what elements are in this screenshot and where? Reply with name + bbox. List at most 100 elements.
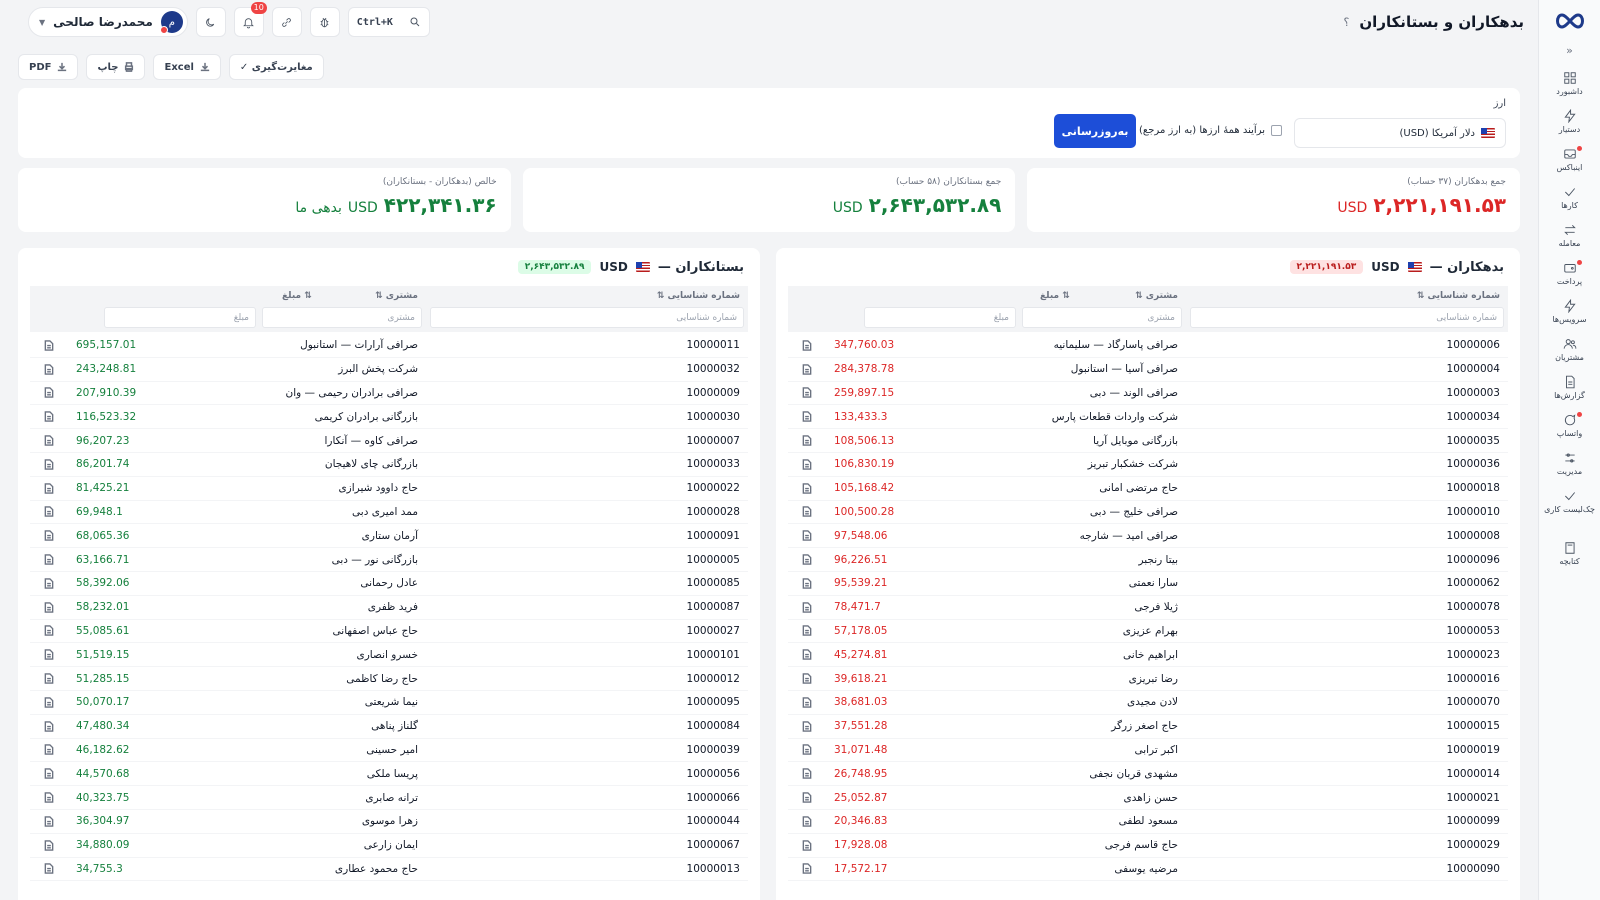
amount-filter-input[interactable]: مبلغ <box>864 307 1016 328</box>
table-row[interactable]: 10000035 بازرگانی موبایل آریا 108,506.13 <box>788 429 1508 453</box>
table-row[interactable]: 10000101 خسرو انصاری 51,519.15 <box>30 643 748 668</box>
search-button[interactable]: Ctrl+K <box>347 7 430 37</box>
customer-name-cell[interactable]: صرافی الوند — دبی <box>1090 387 1178 399</box>
sidebar-item[interactable]: پرداخت <box>1540 254 1600 292</box>
customer-name-cell[interactable]: آرمان ستاری <box>362 530 418 542</box>
statement-button[interactable] <box>800 553 814 567</box>
customer-name-cell[interactable]: صرافی کاوه — آنکارا <box>324 435 418 447</box>
table-row[interactable]: 10000062 سارا نعمتی 95,539.21 <box>788 572 1508 596</box>
all-currencies-checkbox[interactable] <box>1271 125 1282 136</box>
customer-name-cell[interactable]: ابراهیم خانی <box>1123 649 1178 661</box>
statement-button[interactable] <box>42 600 56 614</box>
customer-name-cell[interactable]: اکبر ترابی <box>1134 744 1178 756</box>
table-row[interactable]: 10000009 صرافی برادران رحیمی — وان 207,910… <box>30 382 748 406</box>
sidebar-item[interactable]: مشتریان <box>1540 330 1600 368</box>
customer-name-cell[interactable]: حاج اصغر زرگر <box>1111 720 1178 732</box>
statement-button[interactable] <box>800 648 814 662</box>
customer-name-cell[interactable]: عادل رحمانی <box>360 577 418 589</box>
statement-button[interactable] <box>800 529 814 543</box>
sidebar-item[interactable]: کارها <box>1540 178 1600 216</box>
table-row[interactable]: 10000023 ابراهیم خانی 45,274.81 <box>788 643 1508 668</box>
table-row[interactable]: 10000014 مشهدی قربان نجفی 26,748.95 <box>788 762 1508 787</box>
table-row[interactable]: 10000004 صرافی آسیا — استانبول 284,378.78 <box>788 358 1508 382</box>
logo-icon[interactable] <box>1552 8 1588 34</box>
statement-button[interactable] <box>800 838 814 852</box>
table-row[interactable]: 10000003 صرافی الوند — دبی 259,897.15 <box>788 382 1508 406</box>
statement-button[interactable] <box>42 457 56 471</box>
table-row[interactable]: 10000067 ایمان زارعی 34,880.09 <box>30 834 748 858</box>
table-row[interactable]: 10000011 صرافی آرارات — استانبول 695,157.0… <box>30 334 748 358</box>
id-filter-input[interactable]: شماره شناسایی <box>430 307 744 328</box>
statement-button[interactable] <box>42 386 56 400</box>
table-row[interactable]: 10000019 اکبر ترابی 31,071.48 <box>788 739 1508 763</box>
table-row[interactable]: 10000033 بازرگانی چای لاهیجان 86,201.74 <box>30 453 748 477</box>
statement-button[interactable] <box>800 410 814 424</box>
customer-name-cell[interactable]: بازرگانی نور — دبی <box>332 554 418 566</box>
customer-name-cell[interactable]: حاج قاسم فرجی <box>1105 839 1178 851</box>
table-row[interactable]: 10000056 پریسا ملکی 44,570.68 <box>30 762 748 787</box>
statement-button[interactable] <box>42 767 56 781</box>
customer-column-header[interactable]: مشتری ⇅ <box>375 291 418 301</box>
customer-name-cell[interactable]: بازرگانی چای لاهیجان <box>325 458 418 470</box>
statement-button[interactable] <box>42 695 56 709</box>
statement-button[interactable] <box>800 386 814 400</box>
customer-name-cell[interactable]: صرافی امید — شارجه <box>1080 530 1178 542</box>
table-row[interactable]: 10000036 شرکت خشکبار تبریز 106,830.19 <box>788 453 1508 477</box>
table-row[interactable]: 10000006 صرافی پاسارگاد — سلیمانیه 347,760… <box>788 334 1508 358</box>
customer-name-cell[interactable]: شرکت واردات قطعات پارس <box>1052 411 1178 423</box>
sidebar-item[interactable]: واتساپ <box>1540 406 1600 444</box>
statement-button[interactable] <box>42 719 56 733</box>
customer-name-cell[interactable]: لادن مجیدی <box>1127 696 1178 708</box>
statement-button[interactable] <box>800 600 814 614</box>
table-row[interactable]: 10000078 ژیلا فرجی 78,471.7 <box>788 596 1508 620</box>
statement-button[interactable] <box>42 648 56 662</box>
customer-name-cell[interactable]: رضا تبریزی <box>1129 673 1178 685</box>
sidebar-item[interactable]: مدیریت <box>1540 444 1600 482</box>
statement-button[interactable] <box>42 505 56 519</box>
statement-button[interactable] <box>800 791 814 805</box>
customer-filter-input[interactable]: مشتری <box>1022 307 1182 328</box>
customer-name-cell[interactable]: حسن زاهدی <box>1124 792 1178 804</box>
statement-button[interactable] <box>800 695 814 709</box>
table-row[interactable]: 10000015 حاج اصغر زرگر 37,551.28 <box>788 715 1508 739</box>
id-column-header[interactable]: شماره شناسایی ⇅ <box>657 291 740 301</box>
table-row[interactable]: 10000029 حاج قاسم فرجی 17,928.08 <box>788 834 1508 858</box>
reconcile-button[interactable]: ✓ مغایرت‌گیری <box>228 54 324 80</box>
customer-name-cell[interactable]: شرکت پخش البرز <box>338 363 418 375</box>
table-row[interactable]: 10000034 شرکت واردات قطعات پارس 133,433.3 <box>788 405 1508 430</box>
table-row[interactable]: 10000039 امیر حسینی 46,182.62 <box>30 739 748 763</box>
table-row[interactable]: 10000013 حاج محمود عطاری 34,755.3 <box>30 858 748 882</box>
customer-name-cell[interactable]: صرافی برادران رحیمی — وان <box>285 387 418 399</box>
table-row[interactable]: 10000018 حاج مرتضی امانی 105,168.42 <box>788 477 1508 501</box>
statement-button[interactable] <box>42 338 56 352</box>
customer-name-cell[interactable]: مسعود لطفی <box>1119 815 1178 827</box>
customer-name-cell[interactable]: صرافی پاسارگاد — سلیمانیه <box>1054 339 1178 351</box>
dark-mode-toggle[interactable] <box>195 7 226 37</box>
table-row[interactable]: 10000099 مسعود لطفی 20,346.83 <box>788 810 1508 834</box>
all-currencies-option[interactable]: برآیند همهٔ ارزها (به ارز مرجع) <box>1139 125 1282 136</box>
table-row[interactable]: 10000090 مرضیه یوسفی 17,572.17 <box>788 858 1508 882</box>
user-menu[interactable]: م محمدرضا صالحی ▼ <box>28 7 188 37</box>
customer-name-cell[interactable]: حاج عباس اصفهانی <box>333 625 418 637</box>
customer-name-cell[interactable]: امیر حسینی <box>366 744 418 756</box>
statement-button[interactable] <box>42 814 56 828</box>
bug-report-button[interactable] <box>309 7 340 37</box>
currency-select[interactable]: دلار آمریکا (USD) <box>1294 118 1506 148</box>
export-excel-button[interactable]: Excel <box>153 54 221 80</box>
table-row[interactable]: 10000095 نیما شریعتی 50,070.17 <box>30 691 748 715</box>
customer-filter-input[interactable]: مشتری <box>262 307 422 328</box>
statement-button[interactable] <box>42 553 56 567</box>
link-button[interactable] <box>271 7 302 37</box>
customer-name-cell[interactable]: صرافی خلیج — دبی <box>1090 506 1178 518</box>
statement-button[interactable] <box>800 505 814 519</box>
statement-button[interactable] <box>800 338 814 352</box>
customer-name-cell[interactable]: حاج مرتضی امانی <box>1099 482 1178 494</box>
help-icon[interactable]: ؟ <box>1344 16 1350 29</box>
table-row[interactable]: 10000091 آرمان ستاری 68,065.36 <box>30 524 748 549</box>
table-row[interactable]: 10000030 بازرگانی برادران کریمی 116,523.32 <box>30 405 748 430</box>
customer-name-cell[interactable]: بهرام عزیزی <box>1123 625 1178 637</box>
customer-name-cell[interactable]: مرضیه یوسفی <box>1114 863 1178 875</box>
statement-button[interactable] <box>800 481 814 495</box>
sidebar-item[interactable]: دستیار <box>1540 102 1600 140</box>
customer-name-cell[interactable]: گلناز پناهی <box>371 720 418 732</box>
